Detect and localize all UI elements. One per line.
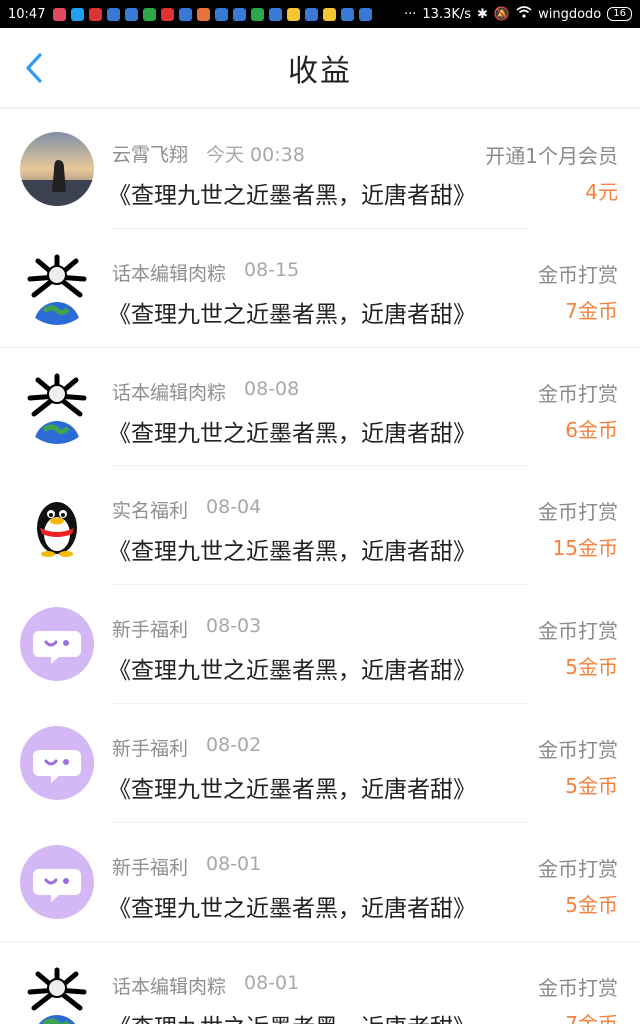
reward-amount: 6金币 [565,417,618,442]
app-icon [89,7,103,21]
app-icon [125,7,139,21]
app-icon [269,7,283,21]
reward-amount: 5金币 [565,892,618,917]
back-button[interactable] [20,53,48,83]
avatar [20,607,94,682]
network-speed: 13.3K/s [422,6,472,22]
app-icon [251,7,265,21]
avatar [20,132,94,206]
reward-type: 金币打赏 [538,619,618,644]
reward-type: 金币打赏 [538,737,618,762]
status-right: ··· 13.3K/s ✱ 🔕 wingdodo 16 [404,6,632,22]
page-title: 收益 [288,53,352,89]
reward-type: 开通1个月会员 [485,144,618,168]
sender-name: 话本编辑肉粽 [112,262,227,285]
app-icon [359,7,373,21]
reward-amount: 5金币 [565,655,618,680]
list-item[interactable]: 实名福利 08-04 《查理九世之近墨者黑，近唐者甜》 金币打赏 15金币 [0,466,640,586]
app-icon [215,7,229,21]
wifi-name: wingdodo [538,6,602,22]
avatar [20,725,94,800]
sender-name: 实名福利 [112,500,189,523]
mute-icon: 🔕 [493,6,511,22]
sender-name: 新手福利 [112,856,189,879]
date: 08-08 [244,377,300,400]
list-item[interactable]: 话本编辑肉粽 08-15 《查理九世之近墨者黑，近唐者甜》 金币打赏 7金币 [0,228,640,348]
reward-amount: 4元 [585,180,618,204]
bluetooth-icon: ✱ [477,6,488,22]
chevron-left-icon [26,53,42,83]
date: 08-04 [206,496,262,519]
avatar [20,488,94,563]
battery-icon: 16 [607,7,632,21]
avatar [20,250,94,325]
app-icon [197,7,211,21]
status-bar: 10:47 ··· 13.3K/s ✱ 🔕 wingdodo 16 [0,0,640,28]
reward-amount: 7金币 [565,1011,618,1024]
list-item[interactable]: 新手福利 08-01 《查理九世之近墨者黑，近唐者甜》 金币打赏 5金币 [0,822,640,942]
list-item[interactable]: 云霄飞翔 今天 00:38 《查理九世之近墨者黑，近唐者甜》 开通1个月会员 4… [0,110,640,229]
sender-name: 话本编辑肉粽 [112,381,227,404]
avatar [20,963,94,1024]
reward-type: 金币打赏 [538,381,618,406]
avatar [20,844,94,919]
reward-amount: 7金币 [565,298,618,323]
list-item[interactable]: 话本编辑肉粽 08-01 《查理九世之近墨者黑，近唐者甜》 金币打赏 7金币 [0,941,640,1024]
book-title: 《查理九世之近墨者黑，近唐者甜》 [108,539,476,566]
list-item[interactable]: 新手福利 08-02 《查理九世之近墨者黑，近唐者甜》 金币打赏 5金币 [0,703,640,823]
status-time: 10:47 [8,6,46,22]
sender-name: 新手福利 [112,737,189,760]
book-title: 《查理九世之近墨者黑，近唐者甜》 [108,420,476,447]
chat-bubble-icon [20,844,94,919]
book-title: 《查理九世之近墨者黑，近唐者甜》 [108,895,476,922]
sender-name: 云霄飞翔 [112,144,189,166]
app-icon [233,7,247,21]
reward-type: 金币打赏 [538,975,618,1000]
book-title: 《查理九世之近墨者黑，近唐者甜》 [108,183,476,209]
more-icon: ··· [403,6,417,22]
avatar [20,369,94,444]
app-icon [305,7,319,21]
book-title: 《查理九世之近墨者黑，近唐者甜》 [108,658,476,685]
app-icon [287,7,301,21]
qq-icon [71,7,85,21]
date: 08-01 [244,971,300,994]
app-icon [53,7,67,21]
reward-amount: 5金币 [565,773,618,798]
app-icon [179,7,193,21]
book-title: 《查理九世之近墨者黑，近唐者甜》 [108,301,476,328]
top-bar: 收益 [0,28,640,108]
sender-name: 新手福利 [112,619,189,642]
chat-bubble-icon [20,607,94,682]
earnings-list: 云霄飞翔 今天 00:38 《查理九世之近墨者黑，近唐者甜》 开通1个月会员 4… [0,110,640,1024]
reward-amount: 15金币 [552,536,618,561]
notification-icons [53,7,373,21]
app-icon [143,7,157,21]
date: 08-03 [206,615,262,638]
date: 今天 00:38 [206,144,305,166]
date: 08-15 [244,258,300,281]
book-title: 《查理九世之近墨者黑，近唐者甜》 [108,776,476,803]
date: 08-02 [206,733,262,756]
list-item[interactable]: 话本编辑肉粽 08-08 《查理九世之近墨者黑，近唐者甜》 金币打赏 6金币 [0,347,640,467]
reward-type: 金币打赏 [538,262,618,287]
list-item[interactable]: 新手福利 08-03 《查理九世之近墨者黑，近唐者甜》 金币打赏 5金币 [0,585,640,704]
app-icon [107,7,121,21]
date: 08-01 [206,852,262,875]
wifi-icon [516,6,532,22]
book-title: 《查理九世之近墨者黑，近唐者甜》 [108,1008,476,1024]
reward-type: 金币打赏 [538,856,618,881]
reward-type: 金币打赏 [538,500,618,525]
app-icon [323,7,337,21]
qq-penguin-icon [20,488,94,563]
app-icon [341,7,355,21]
chat-bubble-icon [20,725,94,800]
sender-name: 话本编辑肉粽 [112,975,227,998]
app-icon [161,7,175,21]
